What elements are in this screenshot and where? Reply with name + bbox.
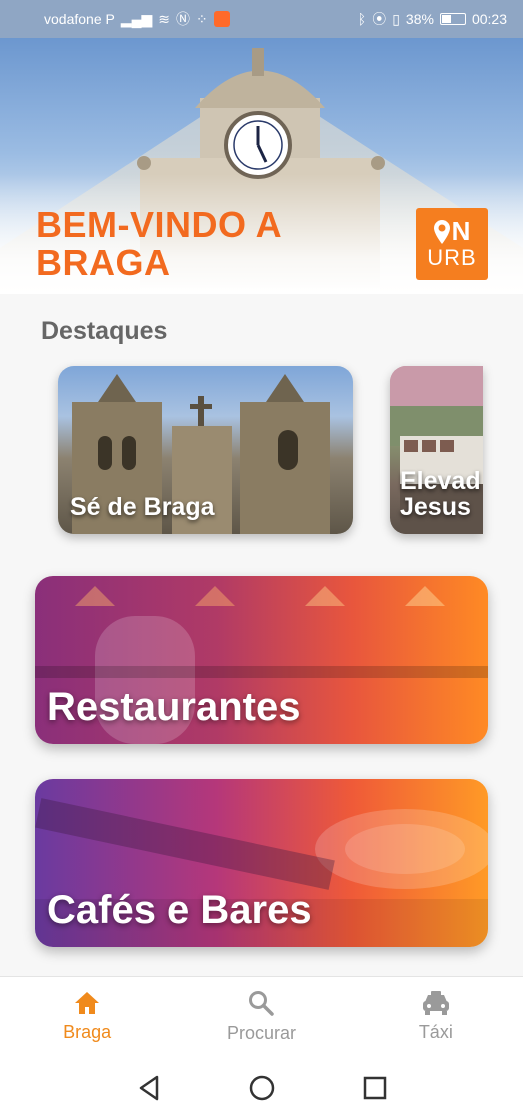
clock: 00:23: [471, 11, 507, 27]
nav-label-procurar: Procurar: [226, 1023, 296, 1043]
hero-banner: BEM-VINDO A BRAGA N URB: [0, 38, 523, 294]
highlights-title: Destaques: [41, 317, 168, 345]
highlight-label-line2: Jesus: [400, 493, 471, 521]
location-icon: ⦿: [372, 11, 387, 27]
recents-icon[interactable]: [363, 1076, 387, 1100]
highlight-label-line1: Elevad: [400, 467, 481, 495]
welcome-title: BEM-VINDO A BRAGA: [36, 206, 282, 282]
nav-item-taxi[interactable]: Táxi: [349, 977, 523, 1056]
vibrate-icon: ▯: [392, 11, 400, 27]
location-pin-icon: [433, 219, 450, 244]
status-bar: vodafone P ▂▄▆ ≋ Ⓝ ⁘ ᛒ ⦿ ▯ 38% 00:23: [0, 0, 523, 38]
status-left: vodafone P ▂▄▆ ≋ Ⓝ ⁘: [44, 11, 230, 27]
back-icon[interactable]: [137, 1075, 161, 1101]
logo-text: URB: [427, 245, 477, 270]
battery-percent: 38%: [405, 11, 434, 27]
highlight-label: Sé de Braga: [70, 493, 215, 521]
bluetooth-icon: ᛒ: [357, 11, 367, 27]
home-icon: [75, 992, 100, 1014]
nfc-icon: Ⓝ: [176, 11, 191, 27]
nav-item-procurar[interactable]: Procurar: [174, 977, 348, 1056]
highlight-card-se-de-braga[interactable]: Sé de Braga: [58, 366, 353, 534]
logo-letter: N: [451, 216, 471, 246]
search-icon: [249, 991, 275, 1016]
category-label: Cafés e Bares: [47, 888, 312, 932]
nav-label-braga: Braga: [63, 1022, 112, 1042]
welcome-title-line1: BEM-VINDO A: [36, 204, 283, 245]
battery-icon: [439, 13, 466, 25]
bottom-navigation: Braga Procurar Táxi: [0, 976, 523, 1056]
category-label: Restaurantes: [47, 685, 301, 729]
category-card-cafes-bars[interactable]: Cafés e Bares: [35, 779, 488, 947]
nav-item-braga[interactable]: Braga: [0, 977, 174, 1056]
highlight-card-elevador[interactable]: Elevad Jesus: [390, 366, 483, 534]
status-right: ᛒ ⦿ ▯ 38% 00:23: [358, 11, 507, 27]
welcome-title-line2: BRAGA: [36, 242, 171, 283]
app-notification-icon: [213, 11, 230, 27]
nurb-logo: N URB: [416, 208, 488, 280]
nav-label-taxi: Táxi: [418, 1022, 453, 1042]
taxi-icon: [422, 991, 449, 1015]
wifi-icon: ≋: [158, 11, 171, 27]
category-card-restaurants[interactable]: Restaurantes: [35, 576, 488, 744]
signal-icon: ▂▄▆: [120, 11, 153, 27]
system-navigation-bar: [0, 1056, 523, 1120]
highlight-label-partial: Elevad Jesus: [400, 468, 481, 520]
home-circle-icon[interactable]: [249, 1075, 275, 1101]
logo-top: N: [416, 216, 488, 247]
network-icon: ⁘: [196, 11, 208, 27]
carrier-name: vodafone P: [44, 11, 115, 27]
